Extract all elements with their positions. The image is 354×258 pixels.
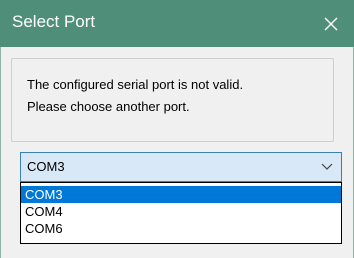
close-icon — [324, 17, 338, 30]
chevron-down-icon[interactable] — [321, 162, 333, 172]
port-option-com4[interactable]: COM4 — [21, 203, 341, 220]
select-port-dialog: Select Port The configured serial port i… — [0, 0, 354, 258]
message-line-1: The configured serial port is not valid. — [27, 77, 244, 92]
dialog-body: The configured serial port is not valid.… — [0, 47, 354, 258]
message-text: The configured serial port is not valid.… — [27, 74, 243, 118]
window-title: Select Port — [12, 12, 96, 31]
port-option-com6[interactable]: COM6 — [21, 220, 341, 237]
port-combobox[interactable]: COM3 — [20, 152, 342, 182]
close-button[interactable] — [308, 0, 354, 47]
port-combobox-value: COM3 — [27, 159, 65, 174]
title-bar[interactable]: Select Port — [0, 0, 354, 48]
message-line-2: Please choose another port. — [27, 99, 190, 114]
port-option-com3[interactable]: COM3 — [21, 186, 341, 203]
port-dropdown-list: COM3 COM4 COM6 — [20, 182, 342, 244]
